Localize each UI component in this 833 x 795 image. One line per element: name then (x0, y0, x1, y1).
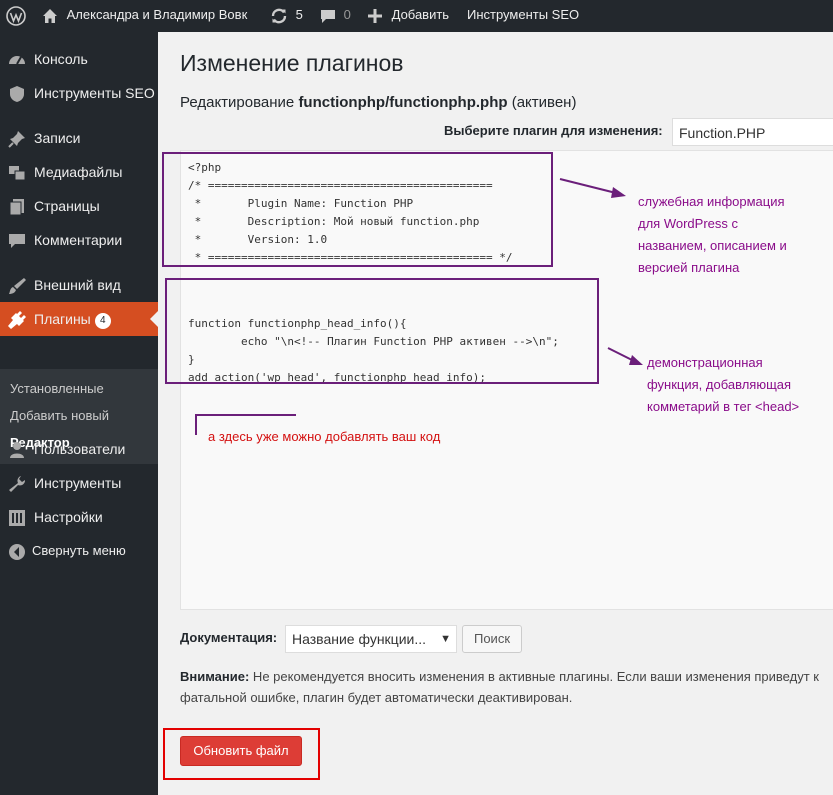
sidebar-item-label: Плагины 4 (34, 302, 111, 336)
sidebar-item-label: Консоль (34, 51, 88, 67)
comments-count: 0 (343, 7, 351, 22)
sidebar-item-users[interactable]: Пользователи (0, 432, 158, 466)
active-menu-arrow (150, 311, 158, 327)
sidebar-item-media[interactable]: Медиафайлы (0, 155, 158, 189)
comment-icon (9, 234, 25, 248)
plugin-icon (8, 311, 26, 329)
brush-icon (9, 278, 26, 294)
add-new-label: Добавить (391, 7, 450, 22)
sidebar-item-label: Свернуть меню (32, 543, 126, 558)
settings-icon (9, 510, 25, 526)
annotation-arrow-icon (607, 347, 643, 365)
update-file-button[interactable]: Обновить файл (180, 736, 302, 766)
wrench-icon (9, 476, 26, 492)
sidebar-item-label: Пользователи (34, 441, 126, 457)
search-button[interactable]: Поиск (462, 625, 522, 653)
sidebar-item-appearance[interactable]: Внешний вид (0, 268, 158, 302)
documentation-select[interactable]: Название функции... ▼ (285, 625, 457, 653)
comment-icon (321, 9, 335, 23)
submenu-item-installed[interactable]: Установленные (10, 381, 104, 396)
sidebar-item-label: Записи (34, 130, 81, 146)
wordpress-logo-icon[interactable] (6, 0, 26, 32)
admin-bar: Александра и Владимир Вовк 5 0 Добавить … (0, 0, 833, 32)
annotation-arrow-icon (559, 178, 626, 198)
choose-plugin-label: Выберите плагин для изменения: (444, 123, 663, 138)
sidebar-item-label: Медиафайлы (34, 164, 123, 180)
sidebar-item-label: Комментарии (34, 232, 123, 248)
media-icon (9, 166, 26, 181)
annotation-note-code: а здесь уже можно добавлять ваш код (208, 429, 441, 444)
add-new-link[interactable]: Добавить (368, 0, 449, 32)
pages-icon (9, 199, 24, 216)
plugin-select[interactable]: Function.PHP (672, 118, 833, 146)
sidebar-collapse-menu[interactable]: Свернуть меню (0, 534, 158, 568)
collapse-icon (9, 544, 25, 560)
sidebar-item-plugins[interactable]: Плагины 4 (0, 302, 158, 336)
plus-icon (368, 8, 382, 23)
documentation-label: Документация: (180, 630, 278, 645)
main-content: Изменение плагинов Редактирование functi… (158, 32, 833, 795)
refresh-icon (271, 8, 287, 23)
warning-notice: Внимание: Не рекомендуется вносить измен… (180, 669, 819, 705)
page-title: Изменение плагинов (180, 50, 404, 76)
plugins-count-badge: 4 (94, 313, 111, 329)
user-icon (10, 442, 24, 458)
shield-icon (10, 86, 24, 102)
site-name-link[interactable]: Александра и Владимир Вовк (42, 0, 247, 32)
sidebar-item-tools[interactable]: Инструменты (0, 466, 158, 500)
dashboard-icon (9, 56, 25, 65)
annotation-frame-function (165, 278, 599, 384)
sidebar-item-settings[interactable]: Настройки (0, 500, 158, 534)
edited-file-name: functionphp/functionphp.php (298, 94, 508, 111)
sidebar-item-seo[interactable]: Инструменты SEO (0, 76, 158, 110)
page-subtitle: Редактирование functionphp/functionphp.p… (180, 94, 577, 111)
sidebar-item-label: Внешний вид (34, 277, 121, 293)
seo-tools-link[interactable]: Инструменты SEO (467, 0, 579, 32)
sidebar-item-posts[interactable]: Записи (0, 121, 158, 155)
dropdown-arrow-icon: ▼ (440, 633, 451, 645)
updates-link[interactable]: 5 (270, 0, 303, 32)
sidebar-item-label: Инструменты SEO (34, 85, 155, 101)
sidebar-item-label: Настройки (34, 509, 103, 525)
annotation-frame-header (162, 152, 553, 267)
annotation-note-function: демонстрационная функция, добавляющая ко… (647, 355, 800, 414)
admin-sidebar: Консоль Инструменты SEO Записи Медиафайл… (0, 32, 158, 795)
sidebar-item-label: Страницы (34, 198, 100, 214)
sidebar-item-label: Инструменты (34, 475, 122, 491)
updates-count: 5 (295, 7, 303, 22)
sidebar-item-comments[interactable]: Комментарии (0, 223, 158, 257)
pin-icon (8, 131, 25, 148)
home-icon (43, 8, 57, 23)
annotation-note-header: служебная информация для WordPress с наз… (638, 194, 787, 275)
comments-link[interactable]: 0 (320, 0, 351, 32)
sidebar-item-pages[interactable]: Страницы (0, 189, 158, 223)
submenu-item-add-new[interactable]: Добавить новый (10, 408, 109, 423)
sidebar-item-dashboard[interactable]: Консоль (0, 42, 158, 76)
site-name: Александра и Владимир Вовк (66, 7, 248, 22)
